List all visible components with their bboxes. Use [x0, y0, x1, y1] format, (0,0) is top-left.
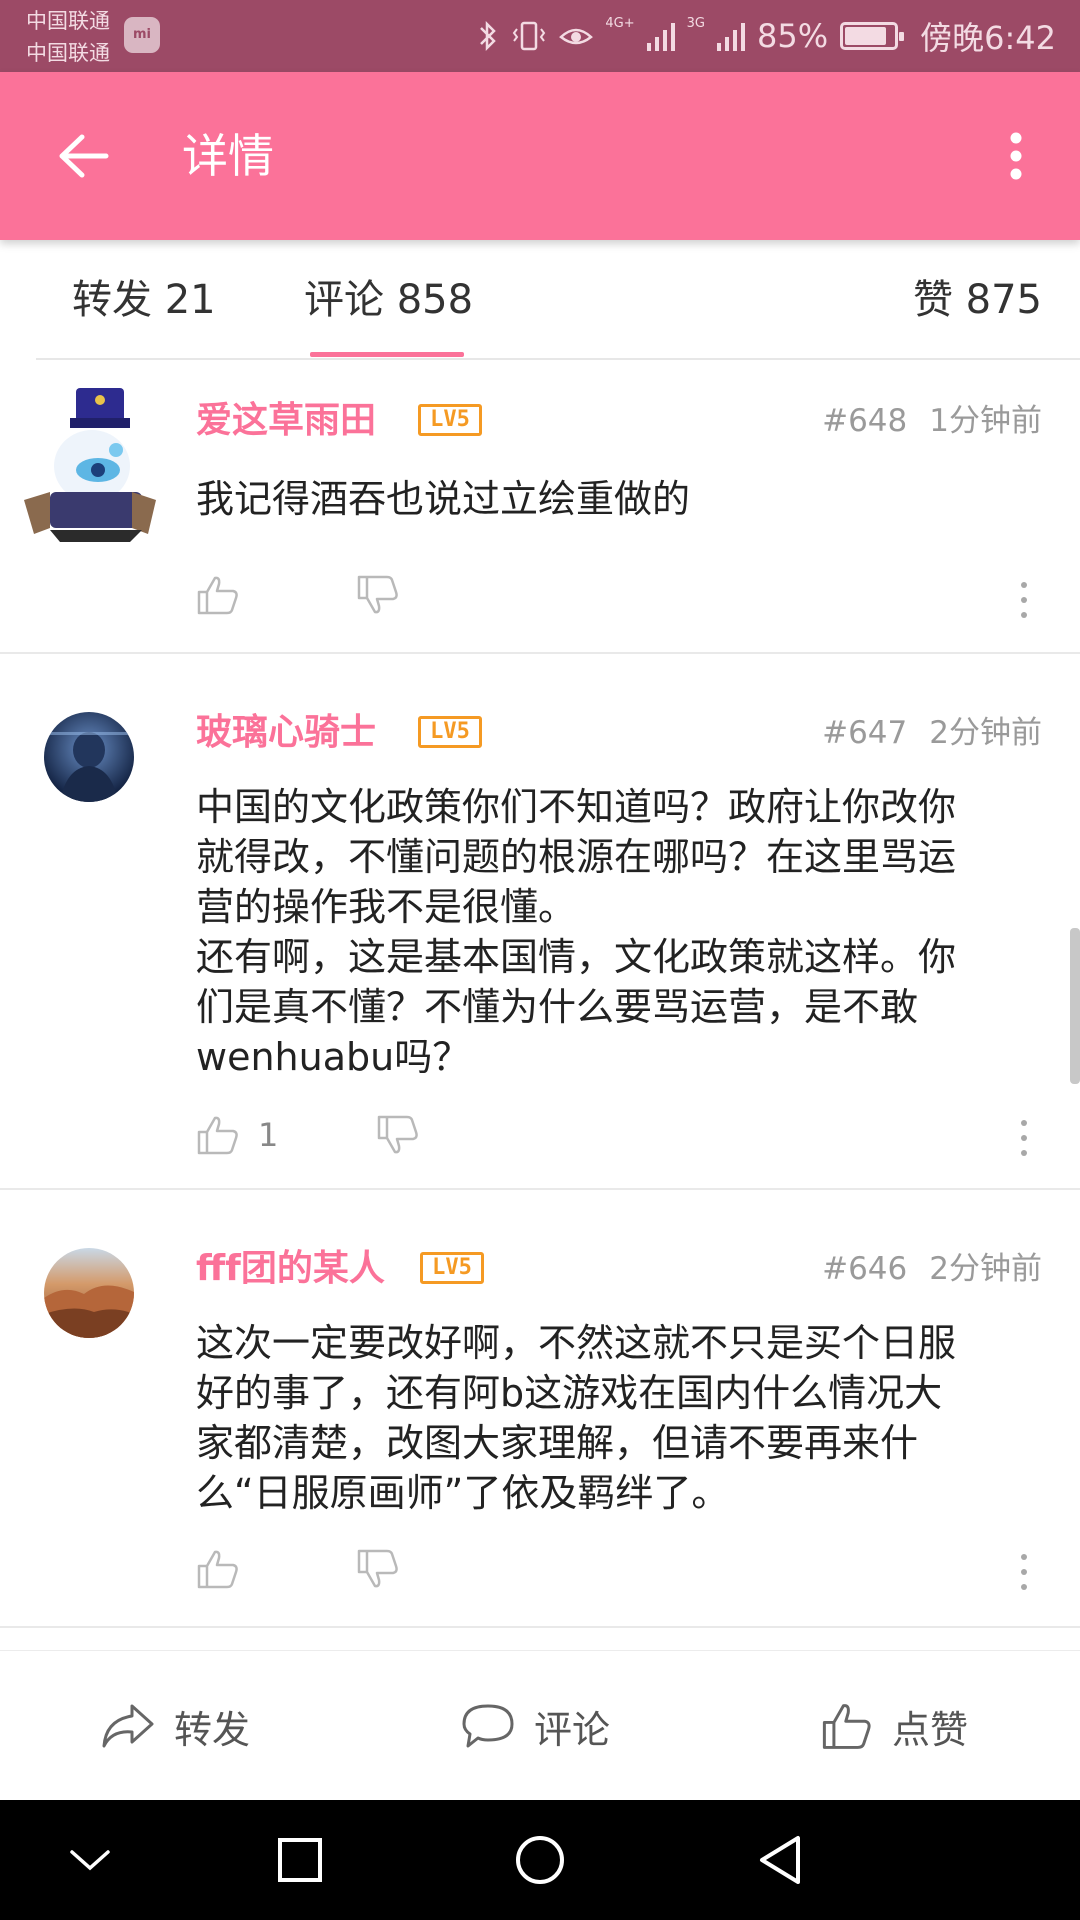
floor-number: #648	[822, 403, 908, 439]
avatar[interactable]	[20, 380, 160, 556]
like-button[interactable]: 1	[196, 1114, 278, 1156]
square-icon	[278, 1838, 322, 1882]
app-header: 详情	[0, 72, 1080, 240]
page-title: 详情	[182, 129, 274, 183]
comment-time: 2分钟前	[929, 715, 1042, 751]
comment-item: 玻璃心骑士 LV5 #647 2分钟前 中国的文化政策你们不知道吗？政府让你改你 …	[0, 654, 1080, 1190]
comment-more-button[interactable]	[1012, 576, 1036, 624]
share-arrow-icon	[102, 1704, 154, 1748]
nav-home-button[interactable]	[510, 1830, 570, 1890]
like-label: 点赞	[892, 1707, 969, 1752]
comment-meta: #646 2分钟前	[822, 1244, 1042, 1294]
bluetooth-icon	[480, 20, 497, 52]
tab-bar: 转发 21 评论 858 赞 875	[0, 240, 1080, 360]
chat-bubble-icon	[462, 1704, 514, 1748]
avatar-image	[44, 1248, 134, 1338]
chevron-down-icon	[70, 1850, 110, 1871]
status-bar: 中国联通 中国联通 mi 4G+ 3G 85% 傍晚6:42	[0, 0, 1080, 72]
carrier-label-1: 中国联通	[26, 9, 110, 33]
tab-comment[interactable]: 评论 858	[304, 272, 473, 328]
triangle-back-icon	[760, 1836, 800, 1884]
avatar-image	[24, 388, 156, 542]
thumbs-down-icon	[377, 1115, 418, 1154]
carrier-label-2: 中国联通	[26, 41, 110, 65]
thumbs-up-icon	[822, 1704, 871, 1749]
floor-number: #646	[822, 1251, 908, 1287]
like-button[interactable]	[196, 1548, 258, 1590]
comment-time: 1分钟前	[929, 403, 1042, 439]
status-icons: 4G+ 3G 85% 傍晚6:42	[477, 0, 1056, 72]
thumbs-down-icon	[357, 1549, 398, 1588]
level-badge: LV5	[418, 404, 482, 436]
comment-label: 评论	[534, 1707, 611, 1752]
like-post-button[interactable]: 点赞	[820, 1691, 968, 1761]
clock: 傍晚6:42	[920, 19, 1056, 57]
forward-button[interactable]: 转发	[100, 1691, 250, 1761]
nav-recents-button[interactable]	[270, 1830, 330, 1890]
signal-icon-1	[646, 23, 675, 51]
tab-forward[interactable]: 转发 21	[72, 272, 216, 328]
signal-icon-2	[717, 23, 745, 51]
comment-meta: #647 2分钟前	[822, 708, 1042, 758]
comment-meta: #648 1分钟前	[822, 396, 1042, 446]
nav-down-button[interactable]	[60, 1830, 120, 1890]
thumbs-up-icon	[197, 1116, 238, 1155]
mi-notification-icon: mi	[124, 17, 160, 53]
forward-label: 转发	[174, 1707, 251, 1752]
floor-number: #647	[822, 715, 908, 751]
username[interactable]: 爱这草雨田	[196, 396, 376, 446]
thumbs-up-icon	[197, 576, 238, 615]
eye-comfort-icon	[559, 28, 594, 45]
like-button[interactable]	[196, 574, 258, 616]
thumbs-down-icon	[357, 575, 398, 614]
comment-more-button[interactable]	[1012, 1114, 1036, 1162]
active-tab-indicator	[310, 352, 464, 357]
battery-icon	[840, 22, 905, 50]
dislike-button[interactable]	[376, 1114, 420, 1156]
level-badge: LV5	[420, 1252, 484, 1284]
more-vertical-icon	[1010, 132, 1022, 180]
dislike-button[interactable]	[356, 1548, 400, 1590]
comment-button[interactable]: 评论	[460, 1691, 610, 1761]
nav-back-button[interactable]	[750, 1830, 810, 1890]
circle-icon	[516, 1836, 564, 1884]
comment-divider	[0, 1626, 1080, 1628]
dislike-button[interactable]	[356, 574, 400, 616]
comment-item: fff团的某人 LV5 #646 2分钟前 这次一定要改好啊，不然这就不只是买个日…	[0, 1190, 1080, 1628]
back-button[interactable]	[40, 112, 128, 200]
username[interactable]: 玻璃心骑士	[196, 708, 376, 758]
scrollbar[interactable]	[1070, 928, 1080, 1084]
tab-like[interactable]: 赞 875	[913, 272, 1042, 328]
battery-fill	[845, 27, 886, 45]
username[interactable]: fff团的某人	[196, 1244, 385, 1294]
thumbs-up-icon	[197, 1550, 238, 1589]
bottom-action-bar: 转发 评论 点赞	[0, 1650, 1080, 1800]
comment-time: 2分钟前	[929, 1251, 1042, 1287]
comment-content: 这次一定要改好啊，不然这就不只是买个日服 好的事了，还有阿b这游戏在国内什么情况…	[196, 1321, 957, 1515]
avatar-image	[44, 712, 134, 802]
arrow-left-icon	[59, 134, 109, 178]
system-nav-bar	[0, 1800, 1080, 1920]
avatar[interactable]	[44, 1248, 134, 1338]
more-options-button[interactable]	[980, 112, 1052, 200]
network-type-1: 4G+	[605, 16, 635, 31]
comment-content: 我记得酒吞也说过立绘重做的	[196, 477, 691, 521]
network-type-2: 3G	[686, 16, 705, 31]
tabs-divider	[36, 358, 1080, 360]
comment-item: 爱这草雨田 LV5 #648 1分钟前 我记得酒吞也说过立绘重做的	[0, 362, 1080, 654]
comment-content: 中国的文化政策你们不知道吗？政府让你改你 就得改，不懂问题的根源在哪吗？在这里骂…	[196, 785, 957, 1079]
battery-percent: 85%	[757, 17, 829, 55]
level-badge: LV5	[418, 716, 482, 748]
comment-more-button[interactable]	[1012, 1548, 1036, 1596]
like-count: 1	[258, 1116, 279, 1154]
avatar[interactable]	[44, 712, 134, 802]
vibrate-icon	[513, 21, 546, 51]
